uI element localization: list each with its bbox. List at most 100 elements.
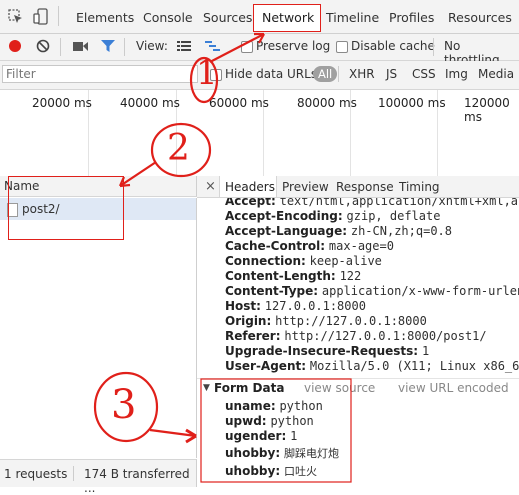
header-value: keep-alive bbox=[309, 254, 382, 268]
header-value: Mozilla/5.0 (X11; Linux x86_64) bbox=[309, 359, 519, 373]
header-key: Upgrade-Insecure-Requests: bbox=[225, 344, 419, 358]
divider bbox=[124, 38, 125, 56]
filter-input[interactable] bbox=[2, 65, 198, 83]
header-value: max-age=0 bbox=[328, 239, 394, 253]
tab-preview[interactable]: Preview bbox=[282, 180, 329, 194]
tab-sources[interactable]: Sources bbox=[203, 10, 252, 25]
header-line: Upgrade-Insecure-Requests: 1 bbox=[225, 344, 429, 358]
annotation-number-3: 3 bbox=[111, 382, 137, 428]
timeline-tick: 60000 ms bbox=[209, 96, 269, 110]
view-url-encoded-link[interactable]: view URL encoded bbox=[398, 381, 509, 395]
filter-type-css[interactable]: CSS bbox=[412, 67, 436, 81]
annotation-number-1: 1 bbox=[196, 53, 218, 93]
annotation-number-2: 2 bbox=[167, 128, 190, 169]
header-line: Host: 127.0.0.1:8000 bbox=[225, 299, 366, 313]
collapse-triangle-icon[interactable]: ▼ bbox=[203, 383, 210, 393]
timeline-tick: 20000 ms bbox=[32, 96, 92, 110]
header-value: application/x-www-form-urlenc bbox=[321, 284, 519, 298]
header-key: Connection: bbox=[225, 254, 306, 268]
tab-timing[interactable]: Timing bbox=[399, 180, 440, 194]
inspect-element-icon[interactable] bbox=[8, 9, 24, 25]
header-line: User-Agent: Mozilla/5.0 (X11; Linux x86_… bbox=[225, 359, 519, 373]
form-field-value: 1 bbox=[290, 429, 298, 443]
header-key: Host: bbox=[225, 299, 261, 313]
transferred-size: 174 B transferred ... bbox=[84, 467, 190, 495]
header-line: Accept-Language: zh-CN,zh;q=0.8 bbox=[225, 224, 452, 238]
divider bbox=[60, 38, 61, 56]
tab-elements[interactable]: Elements bbox=[76, 10, 134, 25]
device-mode-icon[interactable] bbox=[33, 8, 49, 26]
disable-cache-checkbox[interactable] bbox=[336, 41, 348, 53]
form-field: uname: python bbox=[225, 399, 323, 413]
form-field-key: uhobby: bbox=[225, 464, 281, 478]
tab-headers-label: Headers bbox=[225, 180, 275, 194]
request-list-body bbox=[0, 220, 197, 458]
timeline-tick: 80000 ms bbox=[297, 96, 357, 110]
header-value: http://127.0.0.1:8000 bbox=[275, 314, 427, 328]
header-key: Origin: bbox=[225, 314, 272, 328]
divider bbox=[433, 38, 434, 56]
header-line: Content-Length: 122 bbox=[225, 269, 361, 283]
header-key: Cache-Control: bbox=[225, 239, 326, 253]
header-value: zh-CN,zh;q=0.8 bbox=[350, 224, 452, 238]
form-data-title[interactable]: Form Data bbox=[214, 381, 284, 395]
filter-icon[interactable] bbox=[100, 39, 116, 53]
form-field-key: uhobby: bbox=[225, 446, 281, 460]
form-field-key: ugender: bbox=[225, 429, 287, 443]
header-key: Accept-Language: bbox=[225, 224, 348, 238]
header-key: Content-Length: bbox=[225, 269, 336, 283]
header-key: Content-Type: bbox=[225, 284, 319, 298]
header-line: Connection: keep-alive bbox=[225, 254, 382, 268]
header-value: gzip, deflate bbox=[346, 209, 441, 223]
header-key: Accept-Encoding: bbox=[225, 209, 343, 223]
header-line: Referer: http://127.0.0.1:8000/post1/ bbox=[225, 329, 487, 343]
hide-data-urls-label: Hide data URLs bbox=[225, 67, 318, 81]
view-source-link[interactable]: view source bbox=[304, 381, 375, 395]
detail-tab-bar-overlay: × Headers Preview Response Timing bbox=[197, 176, 519, 197]
filter-type-xhr[interactable]: XHR bbox=[349, 67, 375, 81]
large-rows-icon[interactable] bbox=[177, 40, 191, 52]
section-divider bbox=[197, 378, 519, 379]
close-icon[interactable]: × bbox=[205, 179, 216, 194]
filter-type-all[interactable]: All bbox=[313, 66, 338, 82]
filter-type-img[interactable]: Img bbox=[445, 67, 468, 81]
form-field: uhobby: 口吐火 bbox=[225, 463, 317, 479]
preserve-log-label: Preserve log bbox=[256, 39, 331, 53]
divider bbox=[73, 466, 74, 481]
tab-console[interactable]: Console bbox=[143, 10, 193, 25]
form-field: uhobby: 脚踩电灯炮 bbox=[225, 445, 339, 461]
form-field-value: 口吐火 bbox=[283, 465, 317, 478]
timeline-tick: 100000 ms bbox=[378, 96, 446, 110]
filter-bar: Hide data URLs All XHR JS CSS Img Media bbox=[0, 61, 519, 90]
view-label: View: bbox=[136, 39, 168, 53]
tab-network-active[interactable]: Network bbox=[253, 4, 321, 32]
clear-icon[interactable] bbox=[36, 39, 50, 53]
request-count: 1 requests bbox=[4, 467, 68, 481]
divider bbox=[58, 6, 59, 26]
header-value: 127.0.0.1:8000 bbox=[264, 299, 366, 313]
tab-response[interactable]: Response bbox=[336, 180, 394, 194]
record-button[interactable] bbox=[8, 39, 22, 53]
devtools-tab-bar: Elements Console Sources Network Timelin… bbox=[0, 0, 519, 34]
form-field-value: python bbox=[279, 399, 323, 413]
header-line: Cache-Control: max-age=0 bbox=[225, 239, 394, 253]
header-line: Content-Type: application/x-www-form-url… bbox=[225, 284, 519, 298]
header-value: 122 bbox=[339, 269, 362, 283]
tab-timeline[interactable]: Timeline bbox=[326, 10, 379, 25]
divider bbox=[338, 66, 339, 82]
form-field: ugender: 1 bbox=[225, 429, 297, 443]
form-field: upwd: python bbox=[225, 414, 314, 428]
capture-screenshots-icon[interactable] bbox=[73, 41, 89, 53]
form-field-key: upwd: bbox=[225, 414, 267, 428]
tab-headers-active[interactable]: Headers bbox=[219, 176, 277, 197]
tab-resources[interactable]: Resources bbox=[448, 10, 512, 25]
overview-waterfall-icon[interactable] bbox=[205, 40, 221, 52]
header-line: Accept-Encoding: gzip, deflate bbox=[225, 209, 440, 223]
tab-network-label: Network bbox=[262, 10, 315, 25]
filter-type-media[interactable]: Media bbox=[478, 67, 514, 81]
filter-type-js[interactable]: JS bbox=[386, 67, 397, 81]
preserve-log-checkbox[interactable] bbox=[241, 41, 253, 53]
form-field-key: uname: bbox=[225, 399, 276, 413]
header-key: Referer: bbox=[225, 329, 281, 343]
tab-profiles[interactable]: Profiles bbox=[389, 10, 434, 25]
